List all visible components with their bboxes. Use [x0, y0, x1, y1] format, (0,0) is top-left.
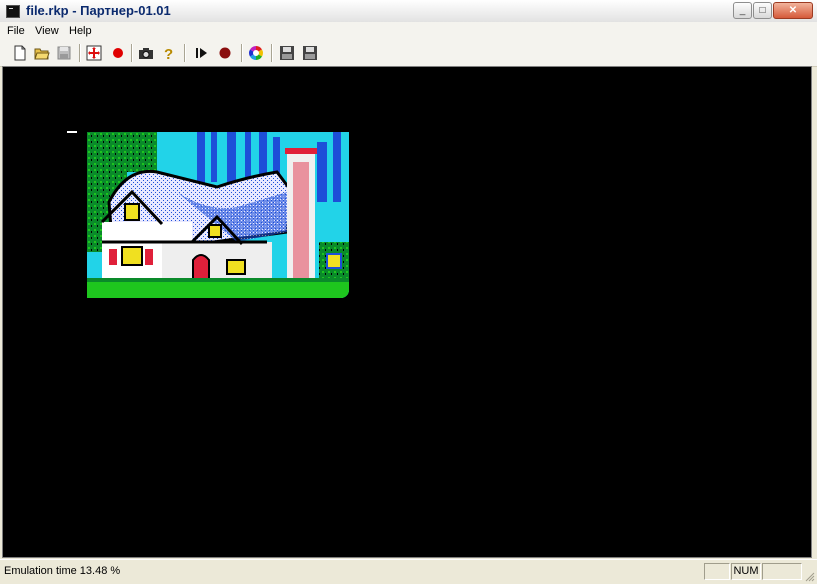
maximize-button[interactable]: □ — [753, 2, 772, 19]
emulation-time-status: Emulation time 13.48 % — [4, 565, 121, 577]
help-question-icon[interactable]: ? — [159, 43, 179, 63]
menu-file[interactable]: File — [7, 25, 25, 37]
status-pane-empty — [762, 563, 802, 580]
text-cursor — [67, 131, 77, 133]
svg-text:?: ? — [164, 46, 173, 61]
num-lock-indicator: NUM — [731, 563, 761, 580]
emulator-screen[interactable] — [2, 66, 812, 558]
disk-b-icon[interactable] — [300, 43, 320, 63]
status-bar: Emulation time 13.48 % NUM — [0, 559, 817, 584]
title-bar: file.rkp - Партнер-01.01 _ □ ✕ — [0, 0, 817, 23]
menu-view[interactable]: View — [35, 25, 59, 37]
window-title: file.rkp - Партнер-01.01 — [26, 3, 171, 18]
new-file-icon[interactable] — [10, 43, 30, 63]
menu-bar: File View Help — [0, 22, 817, 41]
disk-a-icon[interactable] — [277, 43, 297, 63]
minimize-button[interactable]: _ — [733, 2, 752, 19]
emulator-picture-cottage — [87, 132, 349, 298]
toolbar-separator — [79, 44, 81, 62]
toolbar-separator — [271, 44, 273, 62]
stop-record-icon[interactable] — [215, 43, 235, 63]
record-icon[interactable] — [108, 43, 128, 63]
toolbar-separator — [184, 44, 186, 62]
resize-grip-icon[interactable] — [805, 572, 815, 582]
toolbar: ? — [0, 40, 817, 67]
close-button[interactable]: ✕ — [773, 2, 813, 19]
menu-help[interactable]: Help — [69, 25, 92, 37]
status-pane-empty — [704, 563, 730, 580]
open-folder-icon[interactable] — [32, 43, 52, 63]
toolbar-separator — [241, 44, 243, 62]
reset-icon[interactable] — [84, 43, 104, 63]
app-icon[interactable] — [6, 5, 20, 18]
toolbar-separator — [131, 44, 133, 62]
save-disk-icon[interactable] — [54, 43, 74, 63]
play-pause-icon[interactable] — [191, 43, 211, 63]
palette-icon[interactable] — [246, 43, 266, 63]
screenshot-camera-icon[interactable] — [136, 43, 156, 63]
